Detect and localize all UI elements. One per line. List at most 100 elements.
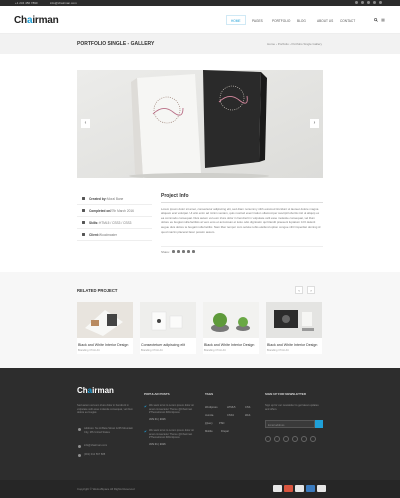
page-title: PORTFOLIO SINGLE - GALLERY	[77, 41, 155, 47]
tag-link[interactable]: Wordpress	[205, 406, 218, 409]
tag-link[interactable]: Drupal	[221, 430, 229, 433]
card-title: Black and White Interior Design	[78, 342, 129, 347]
meta-row-client: Client: Woodmaster	[77, 229, 152, 241]
facebook-icon[interactable]	[355, 1, 358, 5]
user-icon	[82, 197, 85, 200]
card-title: Black and White Interior Design	[267, 342, 318, 347]
gallery-next-button[interactable]: ›	[310, 119, 319, 128]
meta-label: Completed on:	[89, 209, 112, 213]
nav-about[interactable]: ABOUT US	[317, 19, 333, 23]
client-icon	[82, 233, 85, 236]
twitter-icon[interactable]	[274, 436, 280, 442]
location-icon	[78, 428, 81, 431]
gallery-prev-button[interactable]: ‹	[81, 119, 90, 128]
copyright-text: Copyright © WeiredSpace All Rights Reser…	[77, 487, 135, 491]
tag-link[interactable]: HTML5	[227, 406, 236, 409]
site-logo[interactable]: Chairman	[14, 15, 59, 26]
related-card[interactable]: Black and White Interior Design Branding…	[203, 302, 259, 354]
related-prev-button[interactable]: ‹	[295, 286, 303, 294]
search-icon[interactable]	[374, 18, 378, 22]
linkedin-icon[interactable]	[373, 1, 376, 5]
site-header: Chairman HOME PAGES PORTFOLIO BLOG ABOUT…	[0, 6, 400, 34]
email-text: info@chairman.com	[50, 1, 77, 6]
tag-link[interactable]: CSS	[245, 406, 250, 409]
tag-link[interactable]: Web	[245, 414, 250, 417]
newsletter-text: Sign up for our newsletter to get latest…	[265, 404, 319, 411]
newsletter-email-input[interactable]: Email address	[265, 420, 315, 428]
tweet-text: We want to let to Lorem ipsum dolor sit …	[149, 404, 194, 415]
skill-icon	[82, 221, 85, 224]
related-card[interactable]: Black and White Interior Design Branding…	[77, 302, 133, 354]
footer-about: Sed autem vel eum iriure dolor in hendre…	[77, 404, 133, 415]
meta-value: Moral Bane	[107, 197, 124, 201]
card-subtitle: Branding / Print Art	[78, 348, 100, 352]
nav-contact[interactable]: CONTACT	[340, 19, 355, 23]
google-plus-icon[interactable]	[182, 250, 185, 253]
related-projects: RELATED PROJECT ‹ › Black and White Inte…	[0, 272, 400, 368]
twitter-icon[interactable]	[361, 1, 364, 5]
breadcrumb-portfolio[interactable]: Portfolio	[278, 42, 289, 46]
meta-row-completed: Completed on: 27th March 2016	[77, 205, 152, 217]
nav-portfolio[interactable]: PORTFOLIO	[272, 19, 290, 23]
meta-value: Woodmaster	[99, 233, 118, 237]
nav-pages[interactable]: PAGES	[252, 19, 263, 23]
tweet-date: JUN 01 | 2016	[149, 443, 166, 446]
tweet-text: We want to let to Lorem ipsum dolor sit …	[149, 429, 194, 440]
visa-icon	[273, 485, 282, 492]
footer-email[interactable]: info@chairman.com	[84, 444, 107, 448]
tag-link[interactable]: Mobile	[205, 430, 213, 433]
share-bar: Share:	[161, 246, 323, 254]
meta-value: HTML5 / CSS3 / CSS3	[99, 221, 132, 225]
tag-link[interactable]: Joomla	[205, 414, 213, 417]
facebook-icon[interactable]	[172, 250, 175, 253]
menu-icon[interactable]	[381, 18, 385, 22]
footer-posts-heading: POPULAR POSTS	[144, 392, 170, 396]
nav-blog[interactable]: BLOG	[297, 19, 306, 23]
linkedin-icon[interactable]	[187, 250, 190, 253]
twitter-icon	[144, 430, 147, 433]
gallery-image	[77, 70, 323, 178]
related-next-button[interactable]: ›	[307, 286, 315, 294]
related-card[interactable]: Black and White Interior Design Branding…	[266, 302, 322, 354]
google-plus-icon[interactable]	[367, 1, 370, 5]
card-image	[140, 302, 196, 338]
card-subtitle: Branding / Print Art	[141, 348, 163, 352]
mail-icon	[78, 445, 81, 448]
rss-icon[interactable]	[310, 436, 316, 442]
card-subtitle: Branding / Print Art	[204, 348, 226, 352]
nav-home[interactable]: HOME	[231, 19, 241, 23]
related-heading: RELATED PROJECT	[77, 288, 118, 293]
card-title: Black and White Interior Design	[204, 342, 255, 347]
facebook-icon[interactable]	[265, 436, 271, 442]
tag-link[interactable]: CSS3	[227, 414, 234, 417]
calendar-icon	[82, 209, 85, 212]
footer-logo[interactable]: Chairman	[77, 386, 114, 395]
card-image	[203, 302, 259, 338]
tweet-date: JUN 01 | 2016	[149, 418, 166, 421]
project-info: Project Info Lorem ipsum dolor sit amet,…	[161, 193, 323, 234]
project-info-heading: Project Info	[161, 193, 189, 199]
share-label: Share:	[161, 250, 170, 254]
meta-row-skills: Skills: HTML5 / CSS3 / CSS3	[77, 217, 152, 229]
tag-link[interactable]: PSD	[219, 422, 224, 425]
related-card[interactable]: Consectetuer adipiscing elit Branding / …	[140, 302, 196, 354]
twitter-icon	[144, 405, 147, 408]
google-plus-icon[interactable]	[283, 436, 289, 442]
dribbble-icon[interactable]	[301, 436, 307, 442]
phone-text: +1 234 456 7890	[15, 1, 38, 6]
breadcrumb-current: Portfolio Single Gallery	[291, 42, 322, 46]
card-image	[266, 302, 322, 338]
newsletter-submit-button[interactable]	[315, 420, 323, 428]
site-footer: Chairman Sed autem vel eum iriure dolor …	[0, 368, 400, 480]
project-info-text: Lorem ipsum dolor sit amet, consectetur …	[161, 206, 321, 234]
linkedin-icon[interactable]	[292, 436, 298, 442]
footer-phone: (001) 012 567 888	[84, 453, 106, 456]
copyright-bar: Copyright © WeiredSpace All Rights Reser…	[0, 480, 400, 498]
tag-link[interactable]: jQuery	[205, 422, 213, 425]
project-gallery: ‹ ›	[77, 70, 323, 178]
pinterest-icon[interactable]	[192, 250, 195, 253]
twitter-icon[interactable]	[177, 250, 180, 253]
meta-row-created: Created by: Moral Bane	[77, 193, 152, 205]
breadcrumb-home[interactable]: Home	[267, 42, 275, 46]
rss-icon[interactable]	[379, 1, 382, 5]
